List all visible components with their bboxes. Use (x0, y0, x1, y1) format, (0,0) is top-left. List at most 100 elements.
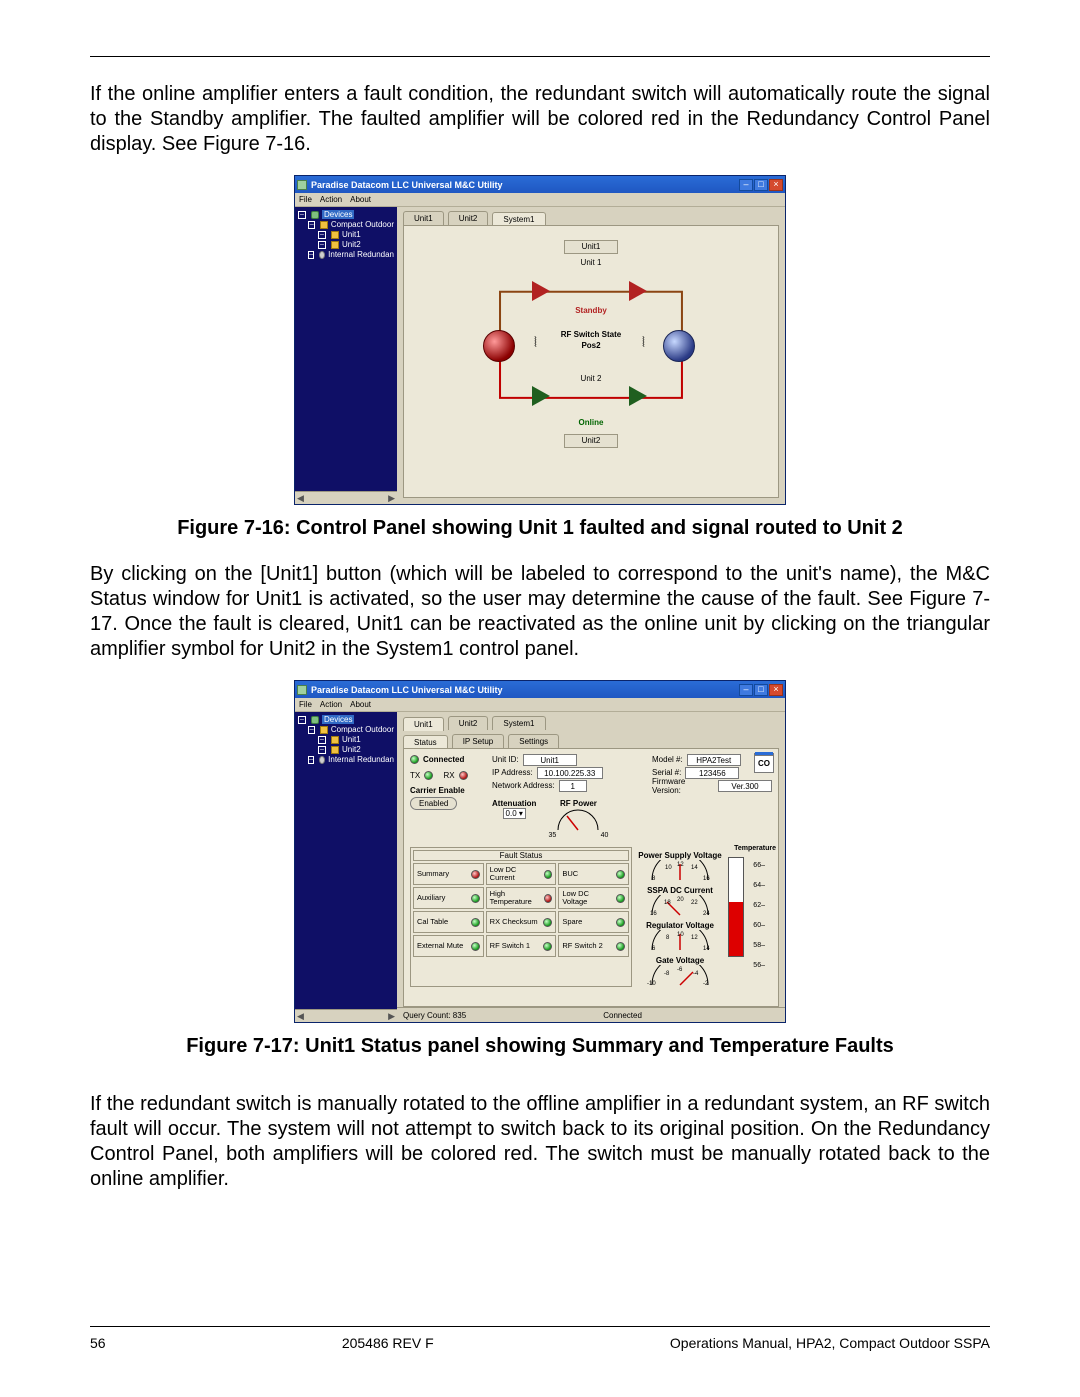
label-carrier-enable: Carrier Enable (410, 786, 482, 795)
status-panel: CO Connected TX RX Carrier Enable Ena (403, 748, 779, 1007)
device-tree[interactable]: –Devices –Compact Outdoor –Unit1 –Unit2 … (295, 207, 397, 504)
label-standby: Standby (404, 306, 778, 315)
svg-text:-10: -10 (647, 981, 656, 987)
subtab-status[interactable]: Status (403, 735, 448, 749)
fault-rx-checksum: RX Checksum (486, 911, 557, 933)
amp-unit2-left[interactable] (532, 386, 550, 406)
svg-text:22: 22 (691, 900, 698, 906)
fault-rfswitch1: RF Switch 1 (486, 935, 557, 957)
fig16-window: Paradise Datacom LLC Universal M&C Utili… (294, 175, 786, 505)
label-temperature: Temperature (734, 845, 776, 852)
gauge-gatev: -10-8-6-4-2 (647, 965, 713, 987)
fault-lowdc-voltage: Low DC Voltage (558, 887, 629, 909)
statusbar: Query Count: 835 Connected (397, 1007, 785, 1022)
footer-page: 56 (90, 1335, 106, 1351)
fig17-window: Paradise Datacom LLC Universal M&C Utili… (294, 680, 786, 1023)
coil-left-icon: ⦚ (534, 334, 537, 351)
svg-text:14: 14 (703, 946, 710, 952)
fault-summary: Summary (413, 863, 484, 885)
svg-text:-2: -2 (703, 981, 709, 987)
device-tree[interactable]: –Devices –Compact Outdoor –Unit1 –Unit2 … (295, 712, 397, 1022)
tab-system1[interactable]: System1 (492, 716, 545, 730)
tab-unit2[interactable]: Unit2 (448, 716, 489, 730)
model-value: HPA2Test (687, 754, 741, 766)
page-footer: 56 205486 REV F Operations Manual, HPA2,… (90, 1335, 990, 1351)
label-online: Online (404, 418, 778, 427)
led-connected (410, 755, 419, 764)
amp-unit1-left[interactable] (532, 281, 550, 301)
menu-about[interactable]: About (350, 195, 371, 204)
attenuation-stepper[interactable]: 0.0 ▾ (503, 808, 526, 819)
label-rfpower: RF Power (548, 799, 608, 808)
menu-action[interactable]: Action (320, 700, 342, 709)
caption-fig16: Figure 7-16: Control Panel showing Unit … (90, 517, 990, 540)
app-icon (297, 685, 307, 695)
menu-about[interactable]: About (350, 700, 371, 709)
network-address-value: 1 (559, 780, 587, 792)
tab-unit2[interactable]: Unit2 (448, 211, 489, 225)
led-rx (459, 771, 468, 780)
svg-text:8: 8 (652, 876, 656, 882)
tree-scrollbar[interactable]: ◀▶ (295, 491, 397, 504)
fault-status-box: Fault Status Summary Low DC Current BUC … (410, 847, 632, 987)
system-canvas: Unit1 Unit 1 Standby RF Switch State Pos… (403, 225, 779, 498)
svg-text:16: 16 (703, 876, 710, 882)
window-title: Paradise Datacom LLC Universal M&C Utili… (311, 685, 736, 695)
svg-text:14: 14 (691, 865, 698, 871)
fault-high-temperature: High Temperature (486, 887, 557, 909)
gauge-sspa: 1618202224 (647, 895, 713, 917)
menu-file[interactable]: File (299, 195, 312, 204)
label-rfswitch: RF Switch State (404, 330, 778, 339)
label-pos: Pos2 (404, 341, 778, 350)
carrier-enable-button[interactable]: Enabled (410, 797, 457, 810)
titlebar: Paradise Datacom LLC Universal M&C Utili… (295, 176, 785, 193)
svg-text:10: 10 (665, 865, 672, 871)
maximize-button[interactable]: □ (754, 179, 768, 191)
svg-text:8: 8 (666, 935, 670, 941)
system-unit1-button[interactable]: Unit1 (564, 240, 618, 254)
menu-file[interactable]: File (299, 700, 312, 709)
amp-unit1-right[interactable] (629, 281, 647, 301)
svg-text:6: 6 (652, 946, 656, 952)
svg-text:16: 16 (650, 911, 657, 917)
svg-text:-8: -8 (664, 971, 670, 977)
label-unit1: Unit 1 (404, 258, 778, 267)
svg-text:18: 18 (664, 900, 671, 906)
tree-scrollbar[interactable]: ◀▶ (295, 1009, 397, 1022)
tab-unit1[interactable]: Unit1 (403, 717, 444, 731)
co-badge: CO (754, 753, 774, 773)
subtab-ipsetup[interactable]: IP Setup (452, 734, 505, 748)
menubar: File Action About (295, 193, 785, 207)
svg-text:20: 20 (677, 897, 684, 903)
gauge-rfpower (553, 808, 603, 832)
coil-right-icon: ⦚ (642, 334, 645, 351)
system-unit2-button[interactable]: Unit2 (564, 434, 618, 448)
para-2: By clicking on the [Unit1] button (which… (90, 562, 990, 662)
maximize-button[interactable]: □ (754, 684, 768, 696)
fault-auxiliary: Auxiliary (413, 887, 484, 909)
led-tx (424, 771, 433, 780)
sphere-right[interactable] (663, 330, 695, 362)
svg-text:-4: -4 (693, 971, 699, 977)
minimize-button[interactable]: – (739, 179, 753, 191)
tab-unit1[interactable]: Unit1 (403, 211, 444, 225)
minimize-button[interactable]: – (739, 684, 753, 696)
firmware-value: Ver.300 (718, 780, 772, 792)
menu-action[interactable]: Action (320, 195, 342, 204)
footer-doc: 205486 REV F (342, 1335, 434, 1351)
label-unit2: Unit 2 (404, 374, 778, 383)
subtab-settings[interactable]: Settings (508, 734, 559, 748)
close-button[interactable]: × (769, 684, 783, 696)
fault-rfswitch2: RF Switch 2 (558, 935, 629, 957)
svg-text:12: 12 (691, 935, 698, 941)
fault-cal-table: Cal Table (413, 911, 484, 933)
fault-external-mute: External Mute (413, 935, 484, 957)
fault-lowdc-current: Low DC Current (486, 863, 557, 885)
gauge-psv: 810121416 (647, 860, 713, 882)
amp-unit2-right[interactable] (629, 386, 647, 406)
label-attenuation: Attenuation (492, 799, 536, 808)
tab-system1[interactable]: System1 (492, 212, 545, 226)
close-button[interactable]: × (769, 179, 783, 191)
para-3: If the redundant switch is manually rota… (90, 1092, 990, 1192)
ip-address-value: 10.100.225.33 (537, 767, 603, 779)
